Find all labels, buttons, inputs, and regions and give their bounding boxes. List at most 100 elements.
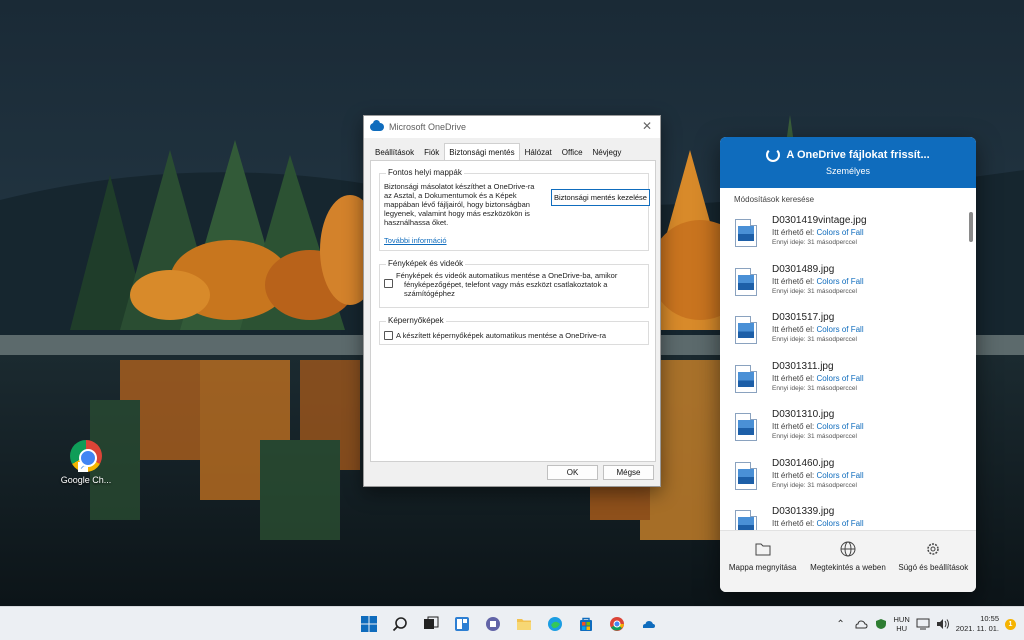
list-item[interactable]: D0301460.jpg Itt érhető el: Colors of Fa… bbox=[720, 453, 976, 502]
screenshots-group: Képernyőképek A készített képernyőképek … bbox=[379, 316, 649, 345]
list-item[interactable]: D0301489.jpg Itt érhető el: Colors of Fa… bbox=[720, 259, 976, 308]
scrollbar-thumb[interactable] bbox=[969, 212, 973, 242]
teams-chat-icon[interactable] bbox=[482, 613, 504, 635]
notification-badge[interactable]: 1 bbox=[1005, 618, 1016, 630]
desktop-icon-chrome[interactable]: ↗ Google Ch... bbox=[58, 440, 114, 485]
account-name: Személyes bbox=[825, 166, 870, 176]
more-info-link[interactable]: További információ bbox=[384, 236, 447, 245]
location-link[interactable]: Colors of Fall bbox=[816, 519, 863, 528]
file-location: Itt érhető el: Colors of Fall bbox=[772, 228, 867, 237]
chrome-icon[interactable] bbox=[606, 613, 628, 635]
onedrive-icon[interactable] bbox=[637, 613, 659, 635]
manage-backup-button[interactable]: Biztonsági mentés kezelése bbox=[551, 189, 650, 206]
file-time: Ennyi ideje: 31 másodperccel bbox=[772, 336, 857, 343]
tab-network[interactable]: Hálózat bbox=[520, 144, 557, 160]
start-icon[interactable] bbox=[358, 613, 380, 635]
list-item[interactable]: D0301310.jpg Itt érhető el: Colors of Fa… bbox=[720, 404, 976, 453]
location-link[interactable]: Colors of Fall bbox=[816, 374, 863, 383]
close-icon[interactable]: ✕ bbox=[640, 119, 654, 133]
language-indicator[interactable]: HUN HU bbox=[894, 615, 910, 633]
image-file-icon bbox=[735, 267, 757, 296]
task-view-icon[interactable] bbox=[420, 613, 442, 635]
tab-account[interactable]: Fiók bbox=[419, 144, 444, 160]
location-link[interactable]: Colors of Fall bbox=[816, 422, 863, 431]
file-name: D0301489.jpg bbox=[772, 263, 835, 275]
file-name: D0301339.jpg bbox=[772, 506, 835, 517]
location-prefix: Itt érhető el: bbox=[772, 228, 815, 237]
volume-icon[interactable] bbox=[936, 617, 950, 631]
widgets-icon[interactable] bbox=[451, 613, 473, 635]
backup-panel: Fontos helyi mappák Biztonsági másolatot… bbox=[370, 160, 656, 462]
location-prefix: Itt érhető el: bbox=[772, 519, 815, 528]
view-online-label: Megtekintés a weben bbox=[810, 563, 886, 572]
open-folder-label: Mappa megnyitása bbox=[728, 563, 797, 572]
file-name: D0301310.jpg bbox=[772, 409, 835, 420]
photos-videos-option[interactable]: Fényképek és videók automatikus mentése … bbox=[384, 271, 646, 298]
chrome-icon: ↗ bbox=[70, 440, 102, 472]
language-code: HUN bbox=[893, 615, 910, 624]
file-location: Itt érhető el: Colors of Fall bbox=[772, 325, 864, 334]
help-settings-button[interactable]: Súgó és beállítások bbox=[894, 541, 972, 592]
photos-videos-checkbox[interactable] bbox=[384, 279, 393, 288]
flyout-header: A OneDrive fájlokat frissít... Személyes bbox=[720, 137, 976, 188]
store-icon[interactable] bbox=[575, 613, 597, 635]
cancel-button[interactable]: Mégse bbox=[603, 465, 654, 480]
tab-about[interactable]: Névjegy bbox=[588, 144, 627, 160]
taskbar: ⌃ HUN HU 10:55 2021. 11. 01. 1 bbox=[0, 606, 1024, 640]
clock[interactable]: 10:55 2021. 11. 01. bbox=[956, 614, 999, 634]
location-prefix: Itt érhető el: bbox=[772, 470, 815, 480]
tab-office[interactable]: Office bbox=[557, 144, 588, 160]
sync-icon bbox=[766, 148, 781, 162]
file-time: Ennyi ideje: 31 másodperccel bbox=[772, 287, 857, 295]
sync-status: A OneDrive fájlokat frissít... bbox=[720, 148, 976, 162]
list-item[interactable]: D0301311.jpg Itt érhető el: Colors of Fa… bbox=[720, 356, 976, 405]
onedrive-tray-icon[interactable] bbox=[854, 617, 868, 631]
list-item[interactable]: D0301517.jpg Itt érhető el: Colors of Fa… bbox=[720, 307, 976, 356]
tab-settings[interactable]: Beállítások bbox=[370, 144, 419, 160]
taskbar-apps bbox=[358, 613, 659, 635]
view-online-button[interactable]: Megtekintés a weben bbox=[809, 541, 887, 592]
location-prefix: Itt érhető el: bbox=[772, 325, 815, 334]
location-prefix: Itt érhető el: bbox=[772, 276, 815, 286]
image-file-icon bbox=[735, 461, 757, 490]
image-file-icon bbox=[735, 316, 757, 344]
open-folder-button[interactable]: Mappa megnyitása bbox=[724, 541, 802, 592]
screenshots-checkbox[interactable] bbox=[384, 331, 393, 340]
file-time: Ennyi ideje: 31 másodperccel bbox=[772, 384, 857, 392]
recent-files-list: D0301419vintage.jpg Itt érhető el: Color… bbox=[720, 210, 976, 530]
network-icon[interactable] bbox=[916, 617, 930, 631]
location-link[interactable]: Colors of Fall bbox=[816, 325, 863, 334]
gear-icon bbox=[894, 541, 972, 557]
folder-icon bbox=[724, 541, 802, 557]
important-folders-text: Biztonsági másolatot készíthet a OneDriv… bbox=[384, 182, 535, 227]
group-title: Fényképek és videók bbox=[386, 259, 466, 268]
location-link[interactable]: Colors of Fall bbox=[816, 277, 863, 286]
dialog-titlebar[interactable]: Microsoft OneDrive ✕ bbox=[364, 116, 660, 138]
search-icon[interactable] bbox=[389, 613, 411, 635]
clock-time: 10:55 bbox=[980, 614, 999, 623]
ok-button[interactable]: OK bbox=[547, 465, 598, 480]
file-explorer-icon[interactable] bbox=[513, 613, 535, 635]
onedrive-settings-dialog: Microsoft OneDrive ✕ Beállítások Fiók Bi… bbox=[363, 115, 661, 487]
defender-icon[interactable] bbox=[874, 617, 888, 631]
screenshots-label: A készített képernyőképek automatikus me… bbox=[396, 331, 607, 340]
location-link[interactable]: Colors of Fall bbox=[816, 228, 863, 237]
flyout-footer: Mappa megnyitása Megtekintés a weben Súg… bbox=[720, 530, 976, 592]
search-changes-label[interactable]: Módosítások keresése bbox=[720, 188, 976, 210]
onedrive-flyout: A OneDrive fájlokat frissít... Személyes… bbox=[720, 137, 976, 592]
desktop-icon-label: Google Ch... bbox=[60, 475, 112, 485]
keyboard-layout: HU bbox=[896, 624, 908, 633]
location-prefix: Itt érhető el: bbox=[772, 422, 815, 431]
dialog-tabs: Beállítások Fiók Biztonsági mentés Hálóz… bbox=[370, 142, 654, 160]
list-item[interactable]: D0301339.jpg Itt érhető el: Colors of Fa… bbox=[720, 501, 976, 530]
list-item[interactable]: D0301419vintage.jpg Itt érhető el: Color… bbox=[720, 210, 976, 259]
chevron-up-icon[interactable]: ⌃ bbox=[834, 617, 848, 631]
help-settings-label: Súgó és beállítások bbox=[898, 563, 969, 572]
tab-backup[interactable]: Biztonsági mentés bbox=[444, 143, 520, 160]
important-folders-group: Fontos helyi mappák Biztonsági másolatot… bbox=[379, 168, 650, 251]
edge-icon[interactable] bbox=[544, 613, 566, 635]
location-link[interactable]: Colors of Fall bbox=[816, 471, 863, 480]
photos-videos-label: Fényképek és videók automatikus mentése … bbox=[396, 271, 618, 298]
group-title: Fontos helyi mappák bbox=[386, 168, 464, 177]
screenshots-option[interactable]: A készített képernyőképek automatikus me… bbox=[384, 323, 646, 340]
